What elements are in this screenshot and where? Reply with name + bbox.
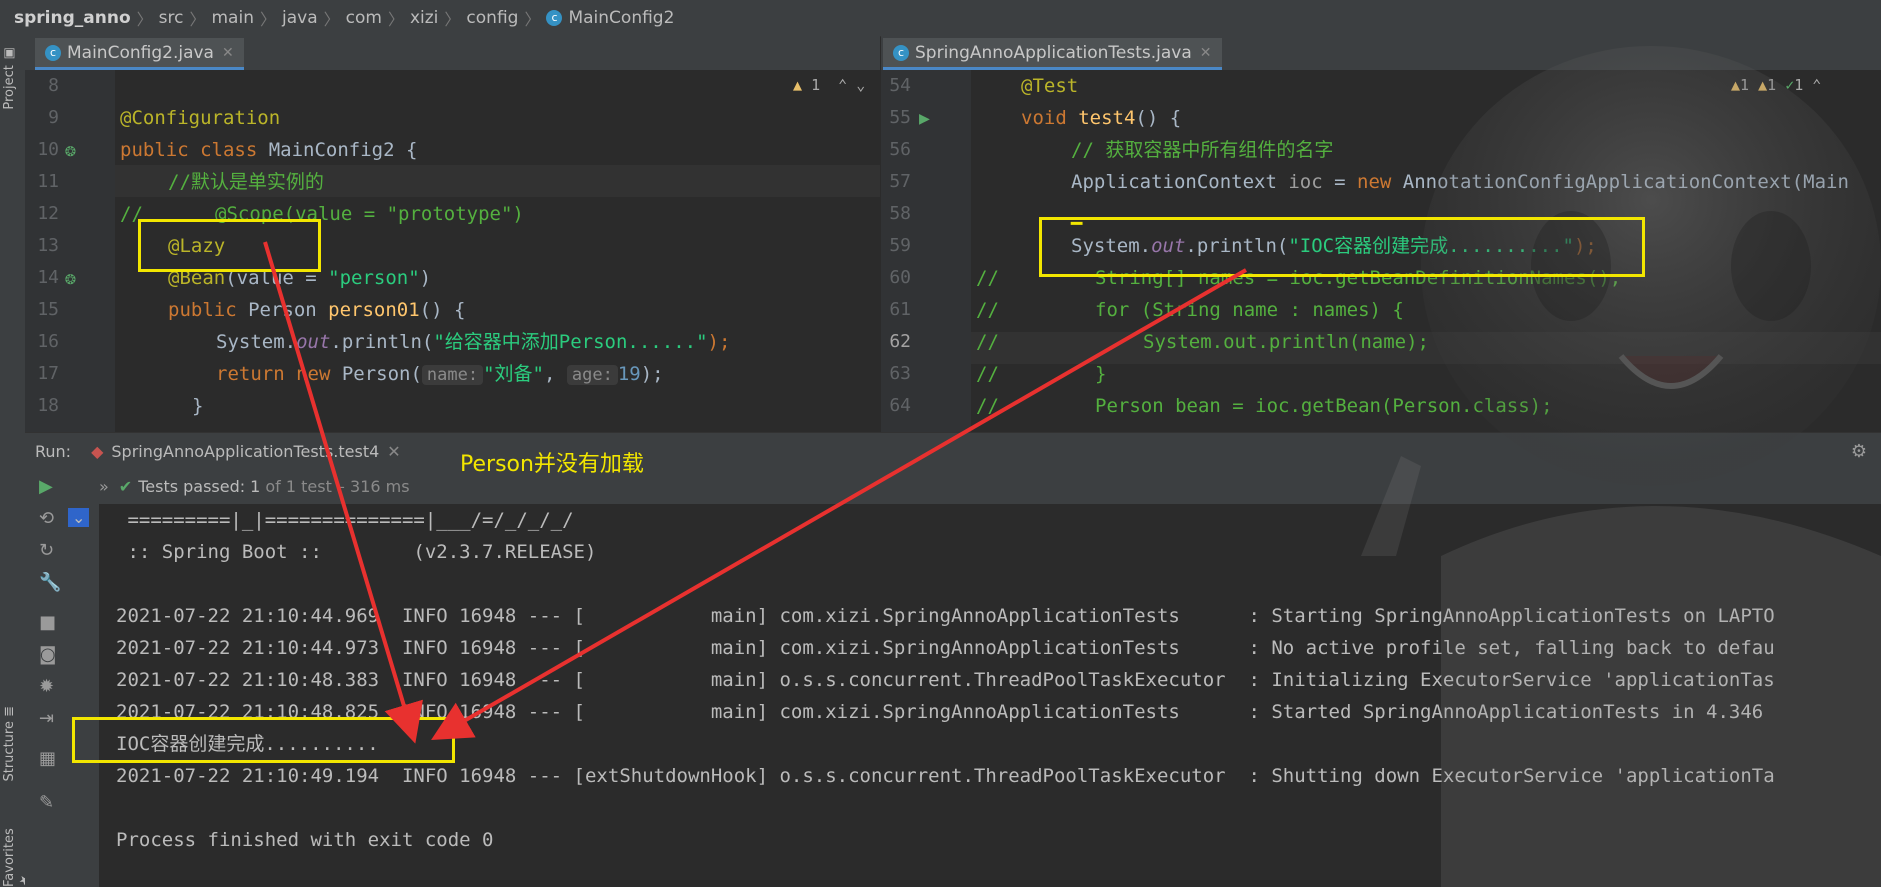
arrows-overlay [263,241,1247,744]
arrow-println-to-console [431,268,1247,740]
arrow-lazy-to-console [263,241,423,744]
